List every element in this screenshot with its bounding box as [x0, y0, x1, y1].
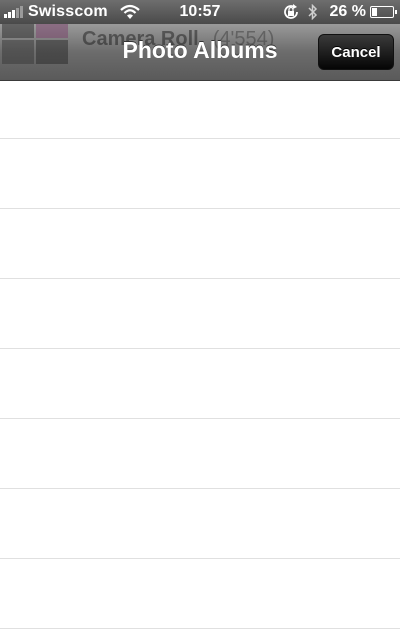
table-row[interactable]: [0, 209, 400, 279]
albums-table: [0, 81, 400, 629]
rotation-lock-icon: [283, 4, 298, 19]
table-row[interactable]: [0, 81, 400, 139]
status-bar: Swisscom 10:57 26 %: [0, 0, 400, 24]
table-row[interactable]: [0, 139, 400, 209]
bluetooth-icon: [308, 4, 317, 20]
battery-percent: 26 %: [329, 3, 366, 20]
table-row[interactable]: [0, 419, 400, 489]
table-row[interactable]: [0, 559, 400, 629]
table-row[interactable]: [0, 279, 400, 349]
battery-icon: [370, 6, 397, 18]
navigation-bar: Camera Roll (4'554) › Photo Albums Cance…: [0, 24, 400, 81]
table-row[interactable]: [0, 489, 400, 559]
cancel-button[interactable]: Cancel: [318, 34, 394, 70]
table-row[interactable]: [0, 349, 400, 419]
battery-level-fill: [372, 8, 377, 16]
